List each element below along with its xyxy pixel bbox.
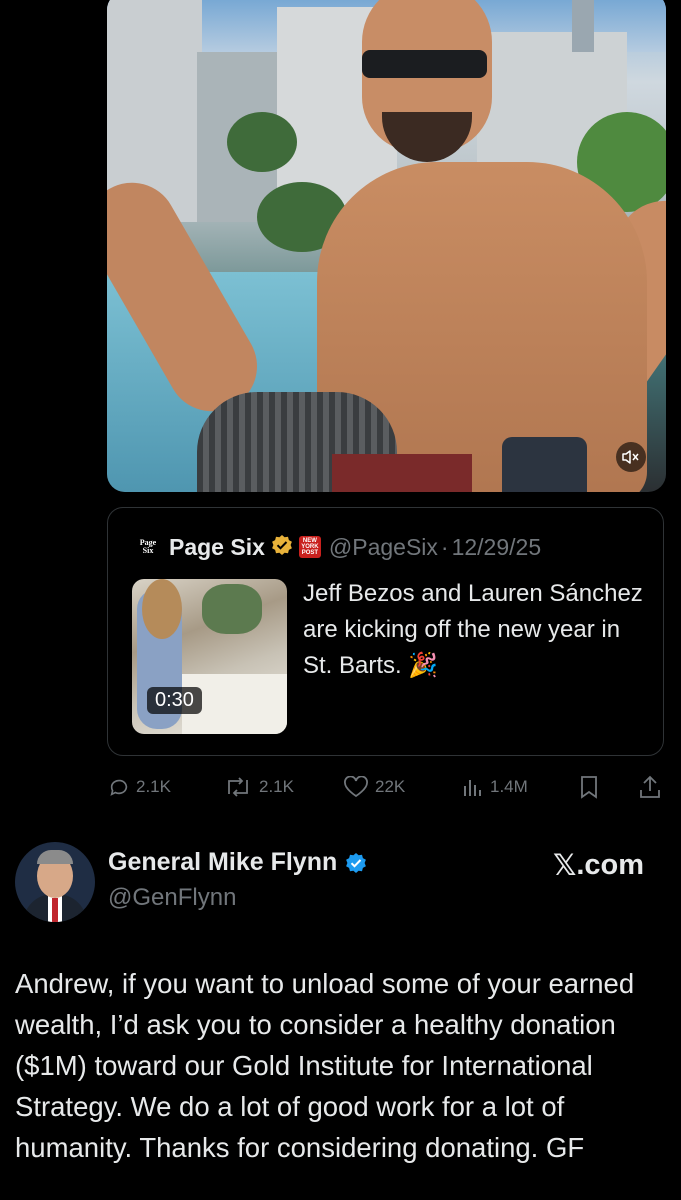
tweet-body-text: Andrew, if you want to unload some of yo… <box>15 968 635 1163</box>
quoted-tweet-header: Page Six Page Six NEW YORK POST @PageSix · … <box>136 532 541 562</box>
page-six-logo[interactable]: Page Six <box>136 535 160 559</box>
quoted-author-name[interactable]: Page Six <box>169 534 265 561</box>
quoted-date[interactable]: 12/29/25 <box>452 534 542 561</box>
quoted-video-thumbnail[interactable]: 0:30 <box>132 579 287 734</box>
repost-count: 2.1K <box>259 777 294 796</box>
quoted-tweet-text: Jeff Bezos and Lauren Sánchez are kickin… <box>303 580 643 679</box>
watermark-text: .com <box>576 848 645 881</box>
thumb-person-head <box>142 579 182 639</box>
views-count: 1.4M <box>490 777 528 796</box>
share-icon <box>640 775 660 798</box>
bookmark-icon <box>581 776 597 799</box>
author-name-row: General Mike Flynn <box>108 848 367 877</box>
share-button[interactable] <box>639 772 661 802</box>
author-handle[interactable]: @GenFlynn <box>108 884 236 912</box>
reply-count: 2.1K <box>136 777 171 796</box>
quoted-tweet[interactable]: Page Six Page Six NEW YORK POST @PageSix · … <box>107 507 664 756</box>
repost-icon <box>228 777 248 797</box>
gold-verified-badge-icon <box>271 534 293 561</box>
repost-button[interactable]: 2.1K <box>223 772 294 802</box>
thumb-plant <box>202 584 262 634</box>
video-mug <box>502 437 587 492</box>
x-com-watermark: 𝕏 .com <box>553 848 644 882</box>
video-tower <box>572 0 594 52</box>
blue-verified-badge-icon <box>346 852 367 873</box>
like-button[interactable]: 22K <box>343 772 405 802</box>
speaker-muted-icon[interactable] <box>616 442 646 472</box>
video-shorts <box>332 454 472 492</box>
avatar[interactable] <box>15 842 95 922</box>
video-bush <box>227 112 297 172</box>
x-logo-icon: 𝕏 <box>553 848 577 882</box>
embedded-video[interactable] <box>107 0 666 492</box>
video-sunglasses <box>362 50 487 78</box>
avatar-hair <box>37 850 73 864</box>
bookmark-button[interactable] <box>579 772 599 802</box>
video-duration-badge: 0:30 <box>147 687 202 714</box>
views-button[interactable]: 1.4M <box>462 772 528 802</box>
author-name[interactable]: General Mike Flynn <box>108 848 337 877</box>
like-count: 22K <box>375 777 406 796</box>
quoted-handle[interactable]: @PageSix <box>329 534 438 561</box>
avatar-tie <box>52 898 58 922</box>
new-york-post-logo-icon: NEW YORK POST <box>298 536 321 558</box>
heart-icon <box>344 776 368 798</box>
views-chart-icon <box>464 780 481 796</box>
separator-dot: · <box>440 533 449 560</box>
reply-icon <box>110 779 128 796</box>
reply-button[interactable]: 2.1K <box>108 772 171 802</box>
